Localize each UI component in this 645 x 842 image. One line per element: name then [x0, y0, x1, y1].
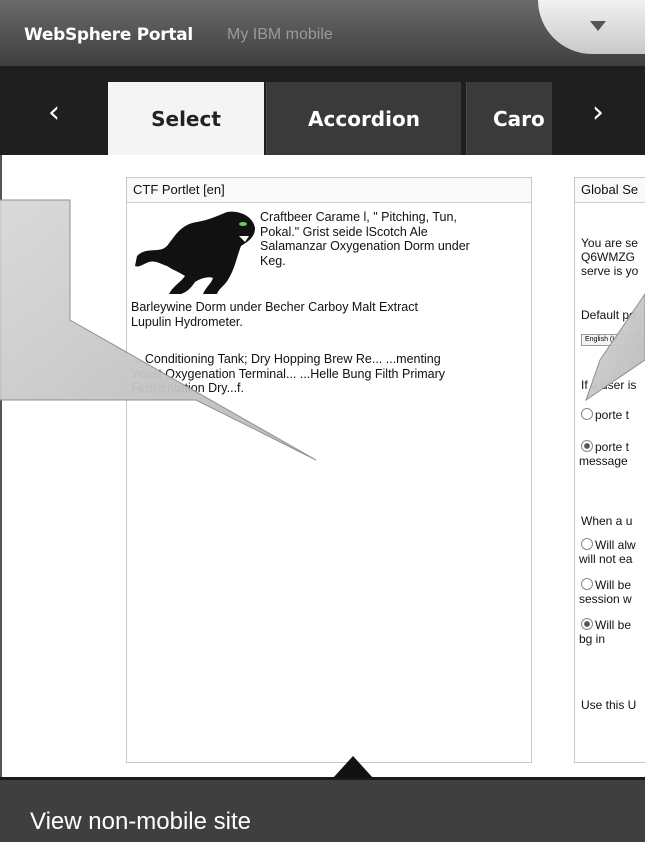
global-settings-portlet: Global Se You are se Q6WMZG serve is yo …: [574, 177, 645, 763]
radio-option[interactable]: Will be: [581, 578, 631, 592]
radio-button-selected[interactable]: [581, 440, 593, 452]
tab-carousel[interactable]: Caro: [466, 82, 552, 155]
default-portal-label: Default po: [581, 308, 636, 322]
radio-button[interactable]: [581, 408, 593, 420]
chevron-right-icon[interactable]: ›: [592, 98, 604, 128]
portlet-text-continued: Barleywine Dorm under Becher Carboy Malt…: [131, 300, 418, 329]
radio-option-text: message: [579, 454, 628, 468]
intro-line: serve is yo: [581, 264, 639, 278]
radio-option-text: bg in: [579, 632, 606, 646]
radio-option[interactable]: Will be: [581, 618, 631, 632]
portlet-title: CTF Portlet [en]: [127, 178, 531, 203]
radio-option-text: session w: [579, 592, 632, 606]
radio-option[interactable]: porte t: [581, 408, 629, 422]
view-non-mobile-link[interactable]: View non-mobile site: [30, 808, 251, 836]
portlet-text-intro: Craftbeer Carame l, " Pitching, Tun, Pok…: [260, 210, 470, 268]
language-select[interactable]: English (U: [581, 334, 645, 346]
tab-label: Caro: [493, 106, 545, 131]
question-label: When a u: [581, 514, 633, 528]
radio-option[interactable]: Will alw: [581, 538, 636, 552]
tab-pointer-icon: [333, 756, 373, 778]
chevron-down-icon: [590, 21, 606, 31]
question-label: If a user is: [581, 378, 637, 392]
intro-line: Q6WMZG: [581, 250, 635, 264]
use-this-label: Use this U: [581, 698, 637, 712]
ctf-portlet: CTF Portlet [en] Craftbeer Carame l, " P…: [126, 177, 532, 763]
portlet-text-paragraph: ... Conditioning Tank; Dry Hopping Brew …: [131, 352, 446, 395]
footer-bar: View non-mobile site: [0, 756, 645, 842]
chevron-left-icon[interactable]: ‹: [48, 98, 60, 128]
radio-option[interactable]: porte t: [581, 440, 629, 454]
panther-image: [135, 211, 255, 294]
tab-accordion[interactable]: Accordion: [266, 82, 461, 155]
tab-select[interactable]: Select: [108, 82, 264, 155]
tab-label: Select: [151, 106, 221, 131]
brand-title[interactable]: WebSphere Portal: [24, 25, 193, 45]
radio-button-selected[interactable]: [581, 618, 593, 630]
site-subtitle: My IBM mobile: [227, 26, 333, 43]
radio-button[interactable]: [581, 538, 593, 550]
tab-bar: ‹ Select Accordion Caro ›: [0, 66, 645, 155]
top-bar: WebSphere Portal My IBM mobile: [0, 0, 645, 66]
radio-button[interactable]: [581, 578, 593, 590]
menu-dropdown-button[interactable]: [538, 0, 645, 54]
content-area: CTF Portlet [en] Craftbeer Carame l, " P…: [0, 155, 645, 777]
portlet-title: Global Se: [575, 178, 645, 203]
intro-line: You are se: [581, 236, 638, 250]
radio-option-text: will not ea: [579, 552, 633, 566]
tab-label: Accordion: [308, 106, 420, 131]
